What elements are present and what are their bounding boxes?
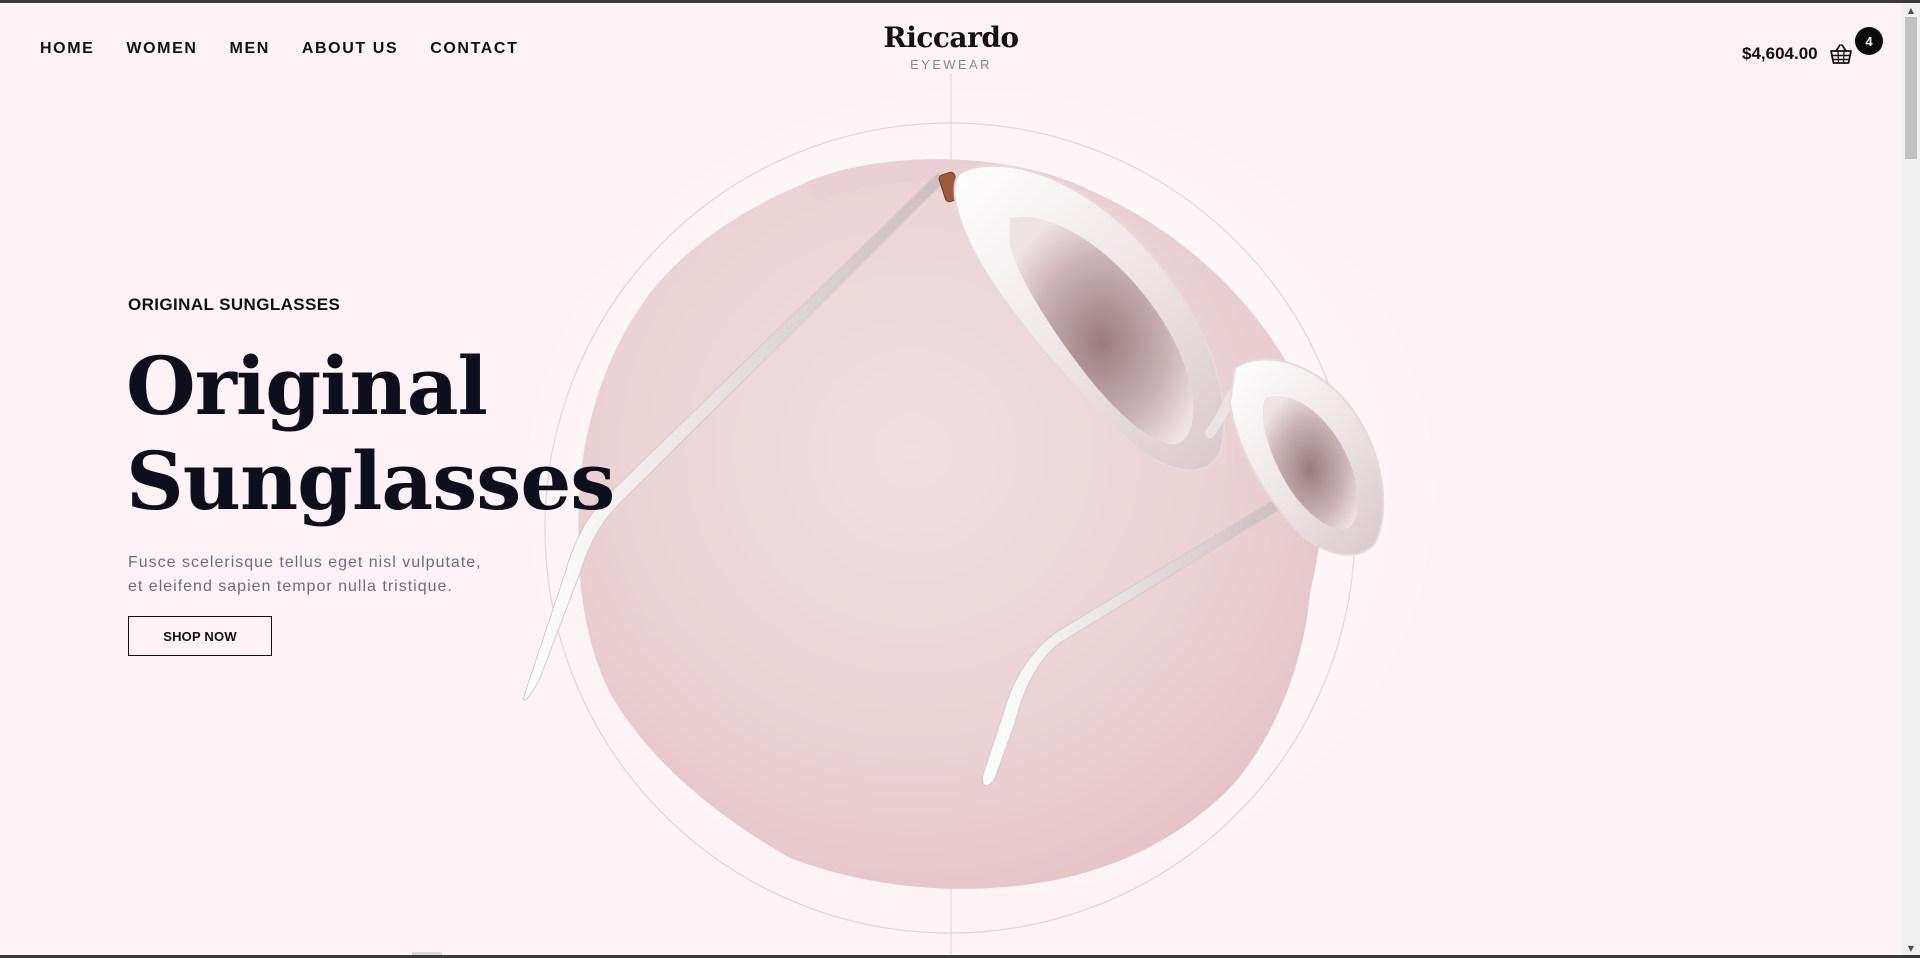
hero-title: Original Sunglasses	[126, 339, 615, 529]
browser-viewport: HOME WOMEN MEN ABOUT US CONTACT Riccardo…	[0, 0, 1920, 958]
paint-blob	[578, 159, 1322, 889]
hero-page: HOME WOMEN MEN ABOUT US CONTACT Riccardo…	[0, 3, 1902, 955]
scroll-up-arrow-icon[interactable]: ▲	[1902, 3, 1920, 17]
vertical-scrollbar[interactable]: ▲ ▼	[1902, 3, 1920, 955]
hero-title-line-1: Original	[126, 339, 488, 433]
scrollbar-thumb[interactable]	[1905, 17, 1917, 159]
scroll-down-arrow-icon[interactable]: ▼	[1902, 941, 1920, 955]
hero-title-line-2: Sunglasses	[126, 434, 615, 528]
